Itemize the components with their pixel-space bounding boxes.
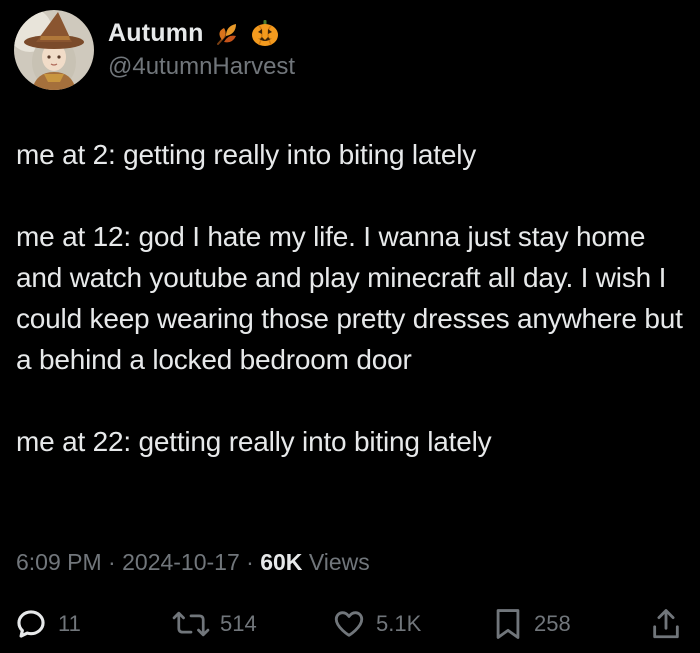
repost-count: 514 (220, 611, 257, 636)
like-button[interactable]: 5.1K (332, 602, 421, 646)
share-button[interactable] (650, 602, 682, 646)
tweet-paragraph: me at 22: getting really into biting lat… (16, 426, 492, 457)
bookmark-button[interactable]: 258 (492, 602, 571, 646)
meta-separator: · (108, 549, 116, 575)
tweet-meta: 6:09 PM · 2024-10-17 · 60K Views (16, 549, 370, 576)
bookmark-icon (496, 609, 520, 639)
action-bar: 11 514 5.1K 258 (14, 602, 690, 646)
views-label: Views (308, 549, 370, 575)
tweet-header: Autumn @4utumnHarvest (14, 10, 295, 90)
reply-button[interactable]: 11 (14, 602, 81, 646)
like-count: 5.1K (376, 611, 422, 636)
tweet: Autumn @4utumnHarvest me at 2: getting r… (0, 0, 700, 653)
fallen-leaf-icon (212, 18, 242, 48)
display-name[interactable]: Autumn (108, 19, 204, 48)
views-count: 60K (260, 549, 303, 575)
tweet-text: me at 2: getting really into biting late… (16, 134, 686, 462)
author-handle[interactable]: @4utumnHarvest (108, 53, 295, 81)
meta-separator: · (246, 549, 254, 575)
avatar[interactable] (14, 10, 94, 90)
reply-icon (17, 610, 45, 638)
author-identity: Autumn @4utumnHarvest (108, 10, 295, 81)
repost-button[interactable]: 514 (172, 602, 257, 646)
tweet-paragraph: me at 2: getting really into biting late… (16, 139, 477, 170)
tweet-time[interactable]: 6:09 PM (16, 549, 102, 575)
heart-icon (334, 611, 364, 637)
name-row: Autumn (108, 17, 295, 49)
tweet-date[interactable]: 2024-10-17 (122, 549, 240, 575)
share-icon (653, 609, 679, 639)
tweet-paragraph: me at 12: god I hate my life. I wanna ju… (16, 221, 683, 375)
reply-count: 11 (58, 611, 81, 636)
bookmark-count: 258 (534, 611, 571, 636)
jack-o-lantern-icon (250, 18, 280, 48)
repost-icon (172, 611, 210, 637)
